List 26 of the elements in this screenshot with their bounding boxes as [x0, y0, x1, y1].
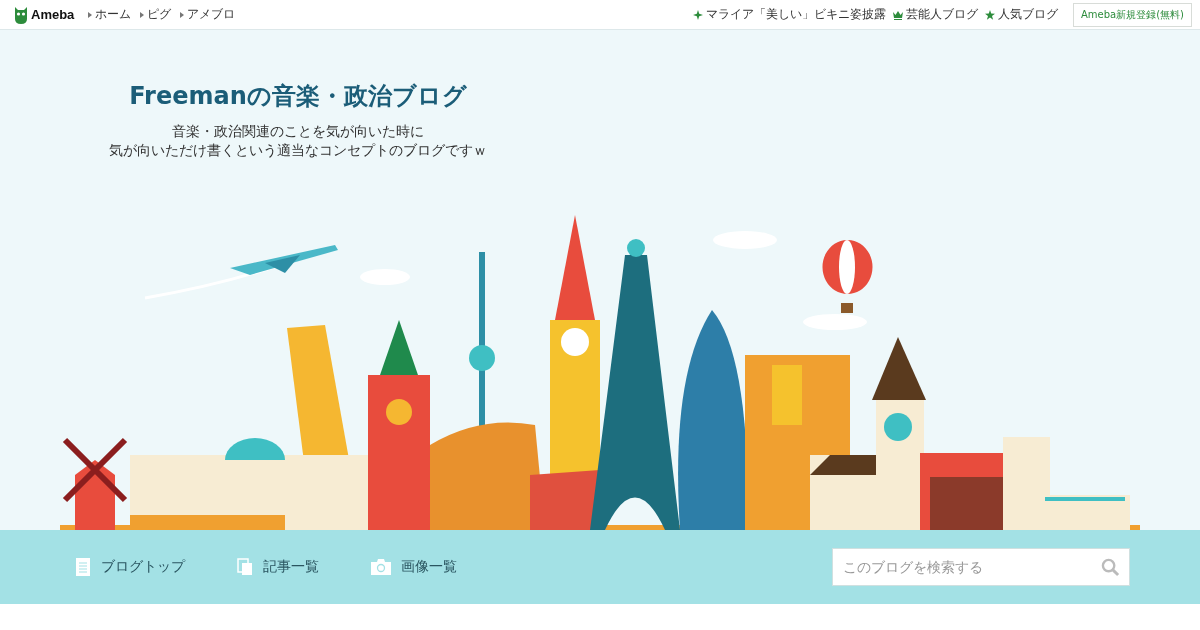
nav-link[interactable]: ピグ: [140, 6, 172, 23]
triangle-icon: [180, 11, 185, 18]
blog-description: 音楽・政治関連のことを気が向いた時に: [171, 122, 425, 141]
search-icon[interactable]: [1101, 558, 1120, 577]
nav-link[interactable]: アメブロ: [180, 6, 236, 23]
document-icon: [75, 558, 91, 576]
sparkle-icon: [693, 9, 703, 20]
promo-link[interactable]: 人気ブログ: [985, 6, 1058, 23]
promo-link[interactable]: 芸能人ブログ: [893, 6, 978, 23]
crown-icon: [893, 9, 903, 20]
pages-icon: [237, 558, 253, 576]
blog-top-link[interactable]: ブログトップ: [75, 558, 185, 576]
register-button[interactable]: Ameba新規登録(無料): [1073, 2, 1192, 27]
triangle-icon: [140, 11, 145, 18]
ameba-logo[interactable]: Ameba: [13, 4, 75, 25]
search-field[interactable]: このブログを検索する: [832, 548, 1130, 586]
blog-description: 気が向いただけ書くという適当なコンセプトのブログですｗ: [108, 141, 488, 160]
star-icon: [985, 9, 995, 20]
image-list-link[interactable]: 画像一覧: [371, 558, 457, 576]
mascot-icon: [13, 4, 29, 25]
promo-link[interactable]: マライア「美しい」ビキニ姿披露: [693, 6, 886, 23]
blog-title[interactable]: Freemanの音楽・政治ブログ: [129, 80, 467, 112]
camera-icon: [371, 559, 391, 575]
triangle-icon: [88, 11, 93, 18]
nav-link[interactable]: ホーム: [88, 6, 132, 23]
article-list-link[interactable]: 記事一覧: [237, 558, 319, 576]
